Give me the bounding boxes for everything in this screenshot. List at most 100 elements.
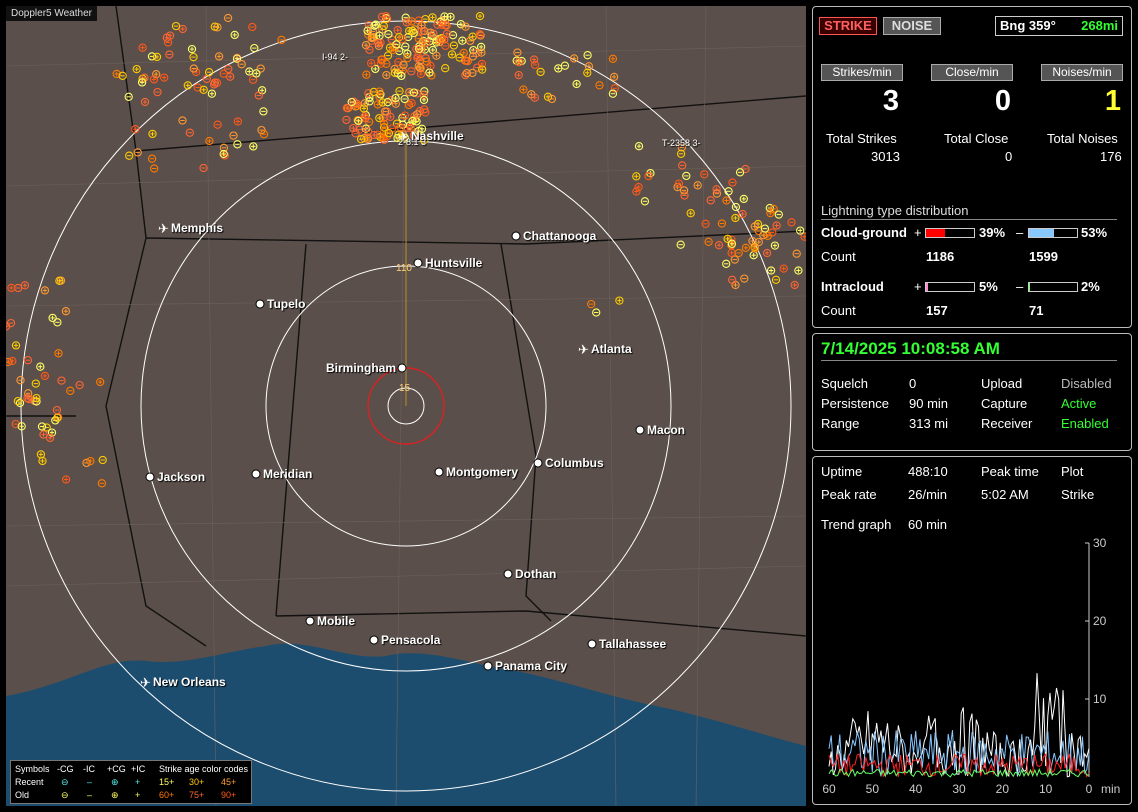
cg-count-label: Count <box>821 249 856 264</box>
city-dot-tupelo <box>255 299 265 309</box>
strike-symbol <box>254 91 263 100</box>
strike-symbol <box>634 142 644 151</box>
city-label-atlanta: Atlanta <box>591 342 632 356</box>
bearing-distance: 268mi <box>1081 18 1118 33</box>
strike-symbol <box>40 286 50 295</box>
strike-symbol <box>189 52 198 62</box>
strike-button[interactable]: STRIKE <box>819 17 877 35</box>
strike-symbol <box>207 89 217 98</box>
cg-neg-bar <box>1028 228 1078 238</box>
strike-symbol <box>37 422 47 431</box>
strike-symbol <box>529 55 539 64</box>
strike-symbol <box>686 209 695 218</box>
city-dot-jackson <box>145 472 155 482</box>
strike-symbol <box>140 97 150 107</box>
distribution-title: Lightning type distribution <box>821 203 969 218</box>
strike-symbol <box>766 266 776 275</box>
ic-neg-sign: – <box>1016 279 1024 294</box>
strike-symbol <box>148 129 157 139</box>
strike-symbol <box>731 213 740 223</box>
strike-symbol <box>790 280 799 290</box>
strike-symbol <box>214 52 224 61</box>
total-noises-label: Total Noises <box>1047 131 1118 146</box>
city-dot-panama-city <box>483 661 493 671</box>
strike-symbol <box>66 386 75 395</box>
intracloud-label: Intracloud <box>821 279 884 294</box>
noise-button[interactable]: NOISE <box>883 17 941 35</box>
status-v2-0: Disabled <box>1061 376 1112 391</box>
strike-symbol <box>682 171 691 181</box>
trend-graph-value[interactable]: 60 min <box>908 517 947 532</box>
noises-rate-value: 1 <box>1104 85 1122 117</box>
city-dot-meridian <box>251 469 261 479</box>
strike-symbol <box>52 405 62 415</box>
road-label: 2-8.1 3 <box>398 137 427 147</box>
strike-symbol <box>760 224 770 233</box>
status-panel: 7/14/2025 10:08:58 AM Squelch 0 Upload Disa… <box>812 333 1132 451</box>
city-dot-montgomery <box>434 467 444 477</box>
strike-symbol <box>185 128 194 137</box>
close-per-min-button[interactable]: Close/min <box>931 64 1013 81</box>
strike-symbol <box>475 11 485 21</box>
strike-symbol <box>229 131 238 140</box>
x-unit-label: min <box>1101 782 1120 796</box>
cg-pos-fill <box>926 229 945 237</box>
strike-symbol <box>779 264 788 273</box>
lightning-map[interactable]: 110 15 ✈ ✈ ✈ ✈ Doppler5 Weather Nashville Me… <box>6 6 806 806</box>
x-tick-label: 20 <box>996 782 1010 796</box>
strike-symbol <box>362 70 371 79</box>
city-label-macon: Macon <box>647 423 686 437</box>
cg-neg-fill <box>1029 229 1055 237</box>
strike-symbol <box>259 107 268 116</box>
strike-symbol <box>133 148 142 157</box>
strike-symbol <box>714 241 724 250</box>
ic-neg-bar <box>1028 282 1078 292</box>
strike-symbol <box>432 51 441 60</box>
strike-symbol <box>48 313 57 323</box>
uptime-label: Uptime <box>821 464 863 479</box>
strike-symbol <box>722 196 731 205</box>
plot-value[interactable]: Strike <box>1061 487 1094 502</box>
status-k2-2: Receiver <box>981 416 1033 431</box>
cg-pos-sign: + <box>914 225 922 240</box>
city-label-dothan: Dothan <box>515 567 557 581</box>
strike-symbol <box>634 182 643 192</box>
status-k1-0: Squelch <box>821 376 868 391</box>
city-label-panama-city: Panama City <box>495 659 568 673</box>
strike-symbol <box>794 266 803 275</box>
city-label-chattanooga: Chattanooga <box>523 229 597 243</box>
strike-symbol <box>223 13 233 23</box>
noises-per-min-button[interactable]: Noises/min <box>1041 64 1123 81</box>
status-v1-2: 313 mi <box>909 416 949 431</box>
separator <box>821 360 1117 361</box>
cg-neg-sign: – <box>1016 225 1024 240</box>
strike-symbol <box>772 221 781 230</box>
status-k1-1: Persistence <box>821 396 889 411</box>
status-k1-2: Range <box>821 416 860 431</box>
strike-symbol <box>342 115 351 125</box>
strike-symbol <box>8 356 17 366</box>
strike-symbol <box>367 59 376 68</box>
strike-symbol <box>230 30 239 40</box>
strike-symbol <box>728 178 737 187</box>
ic-pos-pct: 5% <box>979 279 998 294</box>
range-label-110: 110 <box>396 263 412 274</box>
strike-symbol <box>513 48 522 57</box>
city-dot-macon <box>635 425 645 435</box>
strike-symbol <box>187 44 197 54</box>
strike-symbol <box>163 38 173 47</box>
strike-symbol <box>178 116 187 125</box>
strike-symbol <box>61 475 71 484</box>
pos-cg-recent-icon: ⊕ <box>111 777 119 787</box>
road-label: T-2358 3- <box>662 138 701 148</box>
separator <box>821 219 1117 220</box>
strike-symbol <box>587 299 596 309</box>
legend-pos-cg: +CG <box>107 764 126 774</box>
status-v1-0: 0 <box>909 376 917 391</box>
strike-symbol <box>426 61 435 70</box>
neg-cg-old-icon: ⊖ <box>61 790 69 800</box>
strikes-per-min-button[interactable]: Strikes/min <box>821 64 903 81</box>
status-v1-1: 90 min <box>909 396 949 411</box>
strike-symbol <box>233 140 242 149</box>
strike-symbol <box>224 64 233 74</box>
